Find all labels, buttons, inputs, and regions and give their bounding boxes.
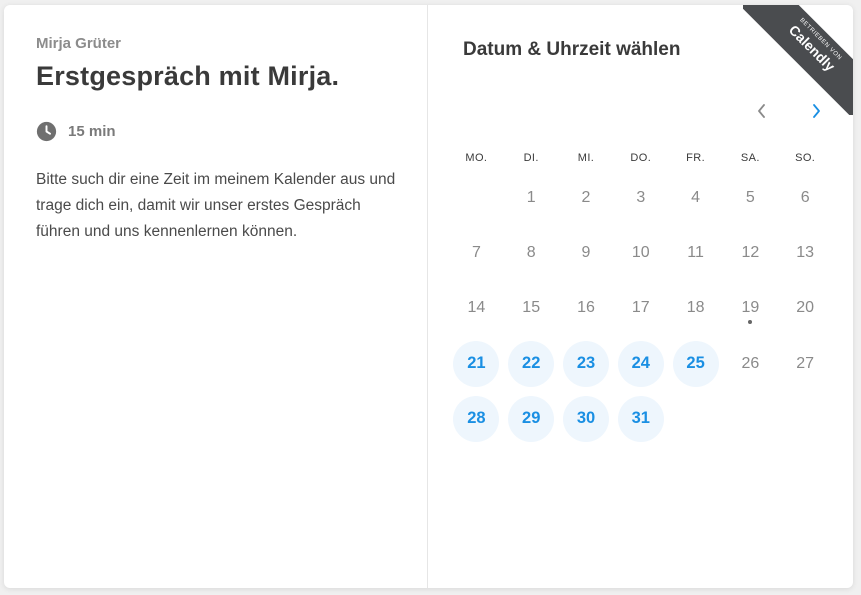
day-number: 13 — [796, 243, 815, 261]
day-number: 8 — [526, 243, 536, 261]
event-duration: 15 min — [36, 120, 116, 142]
day-number: 27 — [796, 354, 815, 372]
day-number: 21 — [467, 354, 486, 373]
day-number: 18 — [686, 299, 705, 317]
calendar-day: 6 — [778, 170, 833, 225]
calendar-day: 5 — [723, 170, 778, 225]
available-day-button[interactable]: 28 — [449, 391, 504, 446]
available-day-button[interactable]: 30 — [559, 391, 614, 446]
day-number: 16 — [577, 299, 595, 317]
available-day-button[interactable]: 22 — [504, 336, 559, 391]
calendar-day: 4 — [668, 170, 723, 225]
calendar-day: 14 — [449, 281, 504, 336]
day-number: 11 — [687, 243, 704, 261]
calendly-ribbon[interactable]: BETRIEBEN VON Calendly — [743, 5, 853, 115]
calendar-day: 2 — [559, 170, 614, 225]
day-number: 3 — [636, 188, 646, 206]
day-number: 29 — [522, 409, 541, 428]
weekday-label: DO. — [630, 152, 652, 164]
day-number: 1 — [526, 188, 536, 206]
calendar-day: 7 — [449, 225, 504, 280]
available-day-button[interactable]: 31 — [613, 391, 668, 446]
calendar-day: 3 — [613, 170, 668, 225]
day-number: 28 — [467, 409, 486, 428]
day-number: 23 — [576, 354, 596, 373]
weekday-label: FR. — [686, 152, 706, 164]
event-description: Bitte such dir eine Zeit im meinem Kalen… — [36, 171, 396, 240]
available-day-button[interactable]: 21 — [449, 336, 504, 391]
weekday-label: MO. — [465, 152, 488, 164]
calendar-day: 11 — [668, 225, 723, 280]
day-number: 22 — [522, 354, 541, 373]
day-number: 5 — [745, 188, 755, 206]
calendar-grid: 1 2 3 4 5 6 7 8 9 10 11 12 13 14 15 16 17 18 19 20 21 22 23 24 2… — [449, 170, 841, 446]
calendar-day: 19 — [723, 281, 778, 336]
day-number: 4 — [691, 188, 701, 206]
organizer-name: Mirja Grüter — [36, 35, 122, 52]
calendar-day: 8 — [504, 225, 559, 280]
day-number: 20 — [796, 299, 815, 317]
booking-card: Mirja Grüter Erstgespräch mit Mirja. 15 … — [4, 5, 853, 588]
calendar-day: 10 — [613, 225, 668, 280]
day-number: 25 — [686, 354, 705, 373]
weekday-label: MI. — [577, 152, 595, 164]
day-number: 30 — [576, 409, 596, 428]
calendar-day: 1 — [504, 170, 559, 225]
day-number: 24 — [631, 354, 650, 373]
weekday-label: SA. — [740, 152, 760, 164]
calendar-day: 16 — [559, 281, 614, 336]
duration-label: 15 min — [68, 122, 116, 140]
empty-cell — [449, 170, 504, 225]
day-number: 7 — [471, 243, 481, 261]
day-number: 9 — [581, 243, 591, 261]
today-indicator — [748, 319, 753, 324]
weekday-header: MO. DI. MI. DO. FR. SA. SO. — [449, 152, 841, 164]
event-details-panel: Mirja Grüter Erstgespräch mit Mirja. 15 … — [4, 5, 428, 588]
weekday-label: DI. — [523, 152, 539, 164]
day-number: 6 — [800, 188, 810, 206]
calendar-day: 18 — [668, 281, 723, 336]
event-title: Erstgespräch mit Mirja. — [36, 61, 340, 91]
weekday-label: SO. — [795, 152, 816, 164]
clock-icon — [36, 121, 57, 141]
calendar-day: 26 — [723, 336, 778, 391]
day-number: 14 — [467, 299, 486, 317]
day-number: 15 — [522, 299, 541, 317]
calendar-day: 17 — [613, 281, 668, 336]
day-number: 31 — [631, 409, 650, 428]
available-day-button[interactable]: 25 — [668, 336, 723, 391]
calendar-panel: Datum & Uhrzeit wählen MO. DI. MI. DO. FR. SA… — [429, 5, 853, 588]
calendar-day: 20 — [778, 281, 833, 336]
day-number: 12 — [741, 243, 760, 261]
day-number: 17 — [631, 299, 650, 317]
calendar-heading: Datum & Uhrzeit wählen — [463, 39, 681, 60]
calendar-day: 15 — [504, 281, 559, 336]
day-number: 26 — [741, 354, 760, 372]
calendar-day: 12 — [723, 225, 778, 280]
available-day-button[interactable]: 23 — [559, 336, 614, 391]
day-number: 10 — [631, 243, 650, 261]
calendar-day: 13 — [778, 225, 833, 280]
powered-by-badge[interactable]: BETRIEBEN VON Calendly — [743, 5, 853, 115]
available-day-button[interactable]: 29 — [504, 391, 559, 446]
calendar-day: 27 — [778, 336, 833, 391]
available-day-button[interactable]: 24 — [613, 336, 668, 391]
calendar-day: 9 — [559, 225, 614, 280]
day-number: 2 — [581, 188, 591, 206]
day-number: 19 — [741, 299, 760, 317]
